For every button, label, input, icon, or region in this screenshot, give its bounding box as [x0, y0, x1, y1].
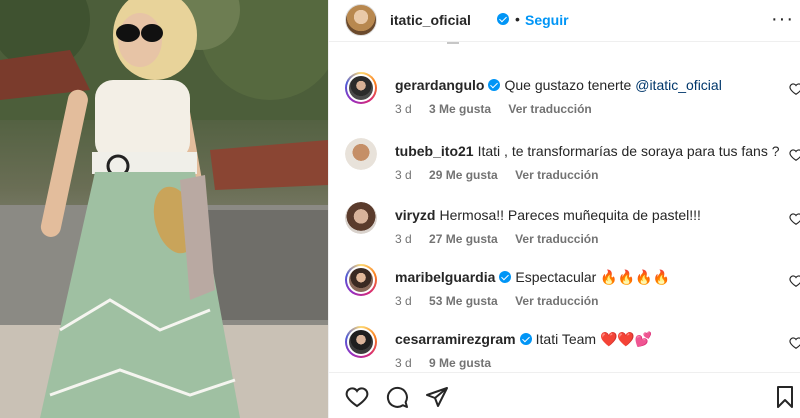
comment-body: Espectacular 🔥🔥🔥🔥	[515, 269, 670, 285]
comment-item: maribelguardia Espectacular 🔥🔥🔥🔥 3 d 53 M…	[329, 264, 800, 324]
comment-body: Itati Team ❤️❤️💕	[535, 331, 653, 347]
scroll-divider	[447, 40, 459, 44]
comment-item: viryzd Hermosa!! Pareces muñequita de pas…	[329, 202, 800, 262]
bookmark-icon[interactable]	[773, 385, 797, 409]
comment-avatar[interactable]	[345, 326, 377, 358]
comment-text: gerardangulo Que gustazo tenerte @itatic_…	[395, 76, 775, 94]
comment-item: gerardangulo Que gustazo tenerte @itatic_…	[329, 72, 800, 132]
verified-badge-icon	[519, 333, 532, 346]
comment-mention[interactable]: @itatic_oficial	[635, 77, 722, 93]
post-image	[0, 0, 328, 418]
comment-likes[interactable]: 3 Me gusta	[429, 102, 491, 116]
comment-time: 3 d	[395, 232, 412, 246]
more-options-icon[interactable]: ···	[771, 8, 794, 31]
comment-text: maribelguardia Espectacular 🔥🔥🔥🔥	[395, 268, 775, 286]
heart-icon[interactable]	[789, 148, 800, 162]
translate-link[interactable]: Ver traducción	[515, 168, 598, 182]
comment-meta: 3 d 9 Me gusta	[395, 356, 505, 370]
comment-likes[interactable]: 53 Me gusta	[429, 294, 498, 308]
author-avatar[interactable]	[345, 4, 377, 36]
comment-username[interactable]: tubeb_ito21	[395, 143, 474, 159]
translate-link[interactable]: Ver traducción	[508, 102, 591, 116]
comment-time: 3 d	[395, 294, 412, 308]
comment-username[interactable]: viryzd	[395, 207, 435, 223]
comment-text: tubeb_ito21 Itati , te transformarías de …	[395, 142, 780, 160]
share-icon[interactable]	[425, 385, 449, 409]
verified-badge-icon	[497, 13, 509, 25]
translate-link[interactable]: Ver traducción	[515, 294, 598, 308]
comment-time: 3 d	[395, 168, 412, 182]
post-detail-panel: itatic_oficial • Seguir ··· gerardangulo…	[328, 0, 800, 418]
comment-meta: 3 d 3 Me gusta Ver traducción	[395, 102, 606, 116]
comment-avatar[interactable]	[345, 202, 377, 234]
verified-badge-icon	[499, 271, 512, 284]
comment-avatar[interactable]	[345, 264, 377, 296]
comment-likes[interactable]: 29 Me gusta	[429, 168, 498, 182]
comment-body: Itati , te transformarías de soraya para…	[477, 143, 780, 159]
heart-icon[interactable]	[789, 274, 800, 288]
comment-username[interactable]: cesarramirezgram	[395, 331, 516, 347]
comment-avatar[interactable]	[345, 138, 377, 170]
post-header: itatic_oficial • Seguir ···	[329, 0, 800, 42]
comment-avatar[interactable]	[345, 72, 377, 104]
comment-body: Hermosa!! Pareces muñequita de pastel!!!	[439, 207, 701, 223]
comment-meta: 3 d 53 Me gusta Ver traducción	[395, 294, 612, 308]
comment-meta: 3 d 29 Me gusta Ver traducción	[395, 168, 612, 182]
post-photo[interactable]	[0, 0, 328, 418]
comment-username[interactable]: maribelguardia	[395, 269, 495, 285]
comment-text: viryzd Hermosa!! Pareces muñequita de pas…	[395, 206, 775, 224]
header-separator: •	[515, 11, 520, 27]
comment-likes[interactable]: 27 Me gusta	[429, 232, 498, 246]
comment-body: Que gustazo tenerte	[504, 77, 636, 93]
comment-time: 3 d	[395, 356, 412, 370]
post-actions-bar	[329, 372, 800, 418]
comment-likes[interactable]: 9 Me gusta	[429, 356, 491, 370]
comment-item: tubeb_ito21 Itati , te transformarías de …	[329, 138, 800, 198]
heart-icon[interactable]	[345, 385, 369, 409]
follow-button[interactable]: Seguir	[525, 12, 569, 28]
verified-badge-icon	[488, 79, 501, 92]
comment-username[interactable]: gerardangulo	[395, 77, 484, 93]
comment-time: 3 d	[395, 102, 412, 116]
heart-icon[interactable]	[789, 212, 800, 226]
heart-icon[interactable]	[789, 82, 800, 96]
comment-meta: 3 d 27 Me gusta Ver traducción	[395, 232, 612, 246]
comment-text: cesarramirezgram Itati Team ❤️❤️💕	[395, 330, 775, 348]
comment-icon[interactable]	[385, 385, 409, 409]
author-username[interactable]: itatic_oficial	[390, 12, 471, 28]
heart-icon[interactable]	[789, 336, 800, 350]
translate-link[interactable]: Ver traducción	[515, 232, 598, 246]
